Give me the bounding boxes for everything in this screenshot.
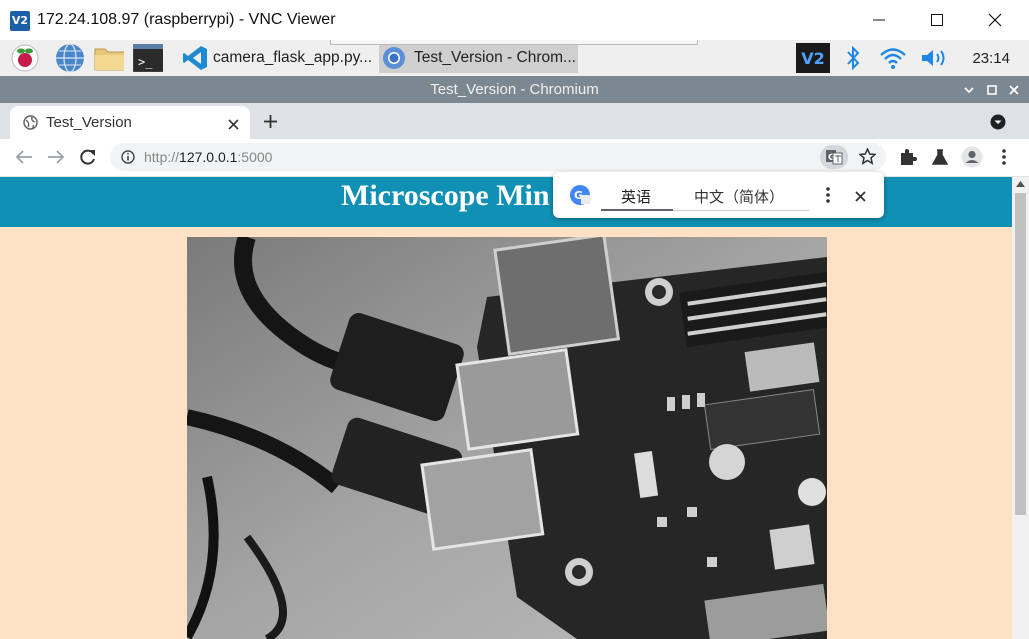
camera-frame-image bbox=[187, 237, 827, 639]
browser-tab[interactable]: Test_Version bbox=[10, 106, 250, 139]
translate-icon: G bbox=[826, 150, 843, 165]
taskbar-clock: 23:14 bbox=[972, 50, 1010, 67]
taskbar-task-chromium[interactable]: Test_Version - Chrom... bbox=[379, 43, 578, 73]
wifi-icon[interactable] bbox=[878, 43, 908, 73]
back-button[interactable] bbox=[12, 145, 36, 169]
kebab-menu-icon bbox=[826, 187, 830, 203]
vnc-viewer-icon: V2 bbox=[10, 11, 30, 31]
active-tab-indicator bbox=[601, 209, 673, 211]
translate-source-language-tab[interactable]: 英语 bbox=[621, 186, 651, 207]
dropdown-menu-edge bbox=[330, 40, 698, 45]
vscode-icon bbox=[180, 45, 210, 71]
window-close-button[interactable] bbox=[1003, 76, 1025, 103]
translate-options-button[interactable] bbox=[826, 187, 830, 208]
bluetooth-icon[interactable] bbox=[840, 43, 866, 73]
svg-text:>_: >_ bbox=[138, 55, 153, 69]
close-icon bbox=[988, 13, 1002, 27]
volume-icon[interactable] bbox=[918, 43, 950, 73]
url-text[interactable]: http://127.0.0.1:5000 bbox=[144, 149, 272, 165]
web-page: Microscope Min bbox=[0, 177, 1012, 639]
translate-page-button[interactable]: G bbox=[820, 145, 848, 169]
vnc-window-title: 172.24.108.97 (raspberrypi) - VNC Viewer bbox=[37, 11, 336, 28]
web-browser-icon[interactable] bbox=[55, 43, 85, 73]
forward-arrow-icon bbox=[48, 150, 65, 164]
tab-close-icon[interactable] bbox=[228, 117, 239, 135]
kebab-menu-icon bbox=[1002, 149, 1006, 165]
chromium-window-title: Test_Version - Chromium bbox=[430, 81, 599, 98]
tab-search-button[interactable] bbox=[990, 114, 1006, 135]
maximize-icon bbox=[931, 14, 943, 26]
camera-video-feed bbox=[187, 237, 827, 639]
plus-icon bbox=[264, 115, 277, 128]
reload-icon bbox=[80, 149, 95, 165]
file-manager-icon[interactable] bbox=[94, 43, 124, 73]
translate-popup: G 英语 中文（简体） bbox=[553, 172, 884, 218]
labs-button[interactable] bbox=[928, 145, 952, 169]
vnc-server-icon[interactable]: V2 bbox=[796, 43, 830, 73]
flask-icon bbox=[932, 149, 948, 165]
maximize-button[interactable] bbox=[914, 4, 960, 36]
terminal-icon[interactable]: >_ bbox=[133, 43, 163, 73]
page-scrollbar[interactable] bbox=[1012, 177, 1029, 639]
chromium-icon bbox=[379, 46, 409, 70]
profile-avatar-icon bbox=[961, 146, 983, 168]
bookmark-star-icon[interactable] bbox=[858, 147, 877, 170]
window-menu-button[interactable] bbox=[958, 76, 980, 103]
info-icon[interactable] bbox=[121, 150, 135, 169]
taskbar-task-label: camera_flask_app.py... bbox=[213, 49, 373, 66]
scrollbar-thumb[interactable] bbox=[1015, 193, 1026, 515]
scroll-up-arrow-icon bbox=[1016, 181, 1025, 187]
extensions-button[interactable] bbox=[896, 145, 920, 169]
close-icon bbox=[855, 191, 866, 202]
minimize-icon bbox=[873, 19, 885, 21]
puzzle-icon bbox=[901, 149, 917, 165]
minimize-button[interactable] bbox=[856, 4, 902, 36]
maximize-icon bbox=[987, 84, 997, 95]
raspberry-menu-icon[interactable] bbox=[10, 43, 40, 73]
globe-icon bbox=[23, 115, 38, 135]
address-bar[interactable]: http://127.0.0.1:5000 G bbox=[110, 143, 886, 171]
new-tab-button[interactable] bbox=[263, 114, 278, 134]
reload-button[interactable] bbox=[76, 145, 100, 169]
translate-target-language-tab[interactable]: 中文（简体） bbox=[694, 186, 784, 207]
raspberry-pi-taskbar: >_ camera_flask_app.py... Test_Version -… bbox=[0, 40, 1029, 77]
page-title: Microscope Min bbox=[341, 179, 550, 212]
profile-button[interactable] bbox=[960, 145, 984, 169]
back-arrow-icon bbox=[15, 150, 32, 164]
chevron-down-icon bbox=[964, 86, 974, 93]
taskbar-task-label: Test_Version - Chrom... bbox=[414, 49, 576, 66]
tab-baseline bbox=[673, 210, 809, 211]
tab-title: Test_Version bbox=[46, 114, 132, 131]
google-translate-icon: G bbox=[569, 184, 591, 211]
close-icon bbox=[1009, 84, 1019, 95]
taskbar-task-vscode[interactable]: camera_flask_app.py... bbox=[180, 43, 376, 73]
translate-close-button[interactable] bbox=[855, 189, 866, 207]
forward-button[interactable] bbox=[44, 145, 68, 169]
window-maximize-button[interactable] bbox=[981, 76, 1003, 103]
tab-search-icon bbox=[990, 114, 1006, 130]
tab-strip: Test_Version bbox=[0, 103, 1029, 139]
browser-menu-button[interactable] bbox=[992, 145, 1016, 169]
close-button[interactable] bbox=[972, 4, 1018, 36]
vnc-window-titlebar: V2 172.24.108.97 (raspberrypi) - VNC Vie… bbox=[0, 0, 1029, 41]
chromium-window-titlebar: Test_Version - Chromium bbox=[0, 76, 1029, 103]
